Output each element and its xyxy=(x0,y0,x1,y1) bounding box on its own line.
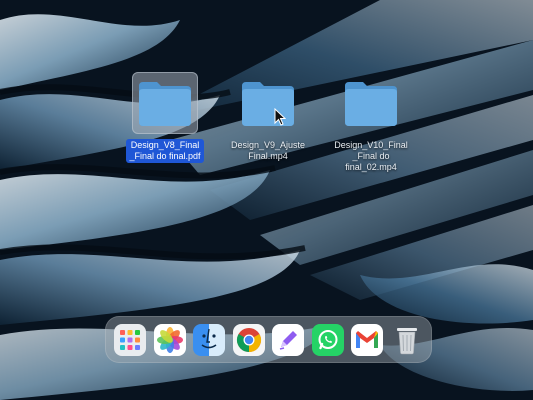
folder-icon xyxy=(242,82,294,126)
dock-pencil-app[interactable] xyxy=(272,323,305,356)
chrome-icon xyxy=(236,327,261,352)
file-name-label: Design_V8_Final _Final do final.pdf xyxy=(126,139,204,163)
trash-icon xyxy=(396,327,417,354)
whatsapp-icon xyxy=(318,329,338,349)
dock-trash[interactable] xyxy=(391,324,423,356)
dock-finder[interactable] xyxy=(193,323,226,356)
gmail-icon xyxy=(356,330,379,348)
dock xyxy=(105,316,432,363)
launchpad-icon xyxy=(120,329,140,350)
finder-icon xyxy=(201,328,217,348)
dock-launchpad[interactable] xyxy=(114,323,146,356)
photos-icon xyxy=(156,326,183,353)
mouse-cursor-icon xyxy=(274,108,286,126)
desktop[interactable]: Design_V8_Final _Final do final.pdf Desi… xyxy=(0,0,533,400)
file-name-label: Design_V9_Ajuste Final.mp4 xyxy=(230,140,306,161)
pencil-icon xyxy=(280,330,298,350)
file-name-label: Design_V10_Final _Final do final_02.mp4 xyxy=(334,140,408,172)
dock-chrome[interactable] xyxy=(232,323,265,356)
desktop-file-2[interactable]: Design_V9_Ajuste Final.mp4 xyxy=(222,72,314,164)
folder-icon xyxy=(345,82,397,126)
file-selection-highlight xyxy=(132,72,198,134)
desktop-file-3[interactable]: Design_V10_Final _Final do final_02.mp4 xyxy=(325,72,417,175)
dock-whatsapp[interactable] xyxy=(311,323,344,356)
dock-gmail[interactable] xyxy=(351,323,384,356)
folder-icon xyxy=(139,82,191,126)
dock-photos[interactable] xyxy=(153,323,186,356)
desktop-file-1[interactable]: Design_V8_Final _Final do final.pdf xyxy=(119,72,211,164)
